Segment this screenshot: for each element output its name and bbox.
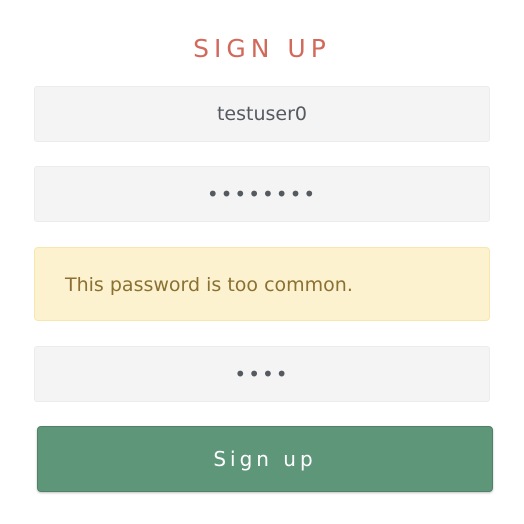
username-input[interactable] bbox=[34, 86, 490, 142]
password-input[interactable] bbox=[34, 166, 490, 222]
sign-up-button[interactable]: Sign up bbox=[37, 426, 493, 492]
alert-message: This password is too common. bbox=[65, 274, 353, 296]
signup-form: SIGN UP This password is too common. Sig… bbox=[0, 0, 524, 524]
password-warning-alert: This password is too common. bbox=[34, 247, 490, 321]
password-confirm-input[interactable] bbox=[34, 346, 490, 402]
form-title: SIGN UP bbox=[193, 34, 331, 63]
